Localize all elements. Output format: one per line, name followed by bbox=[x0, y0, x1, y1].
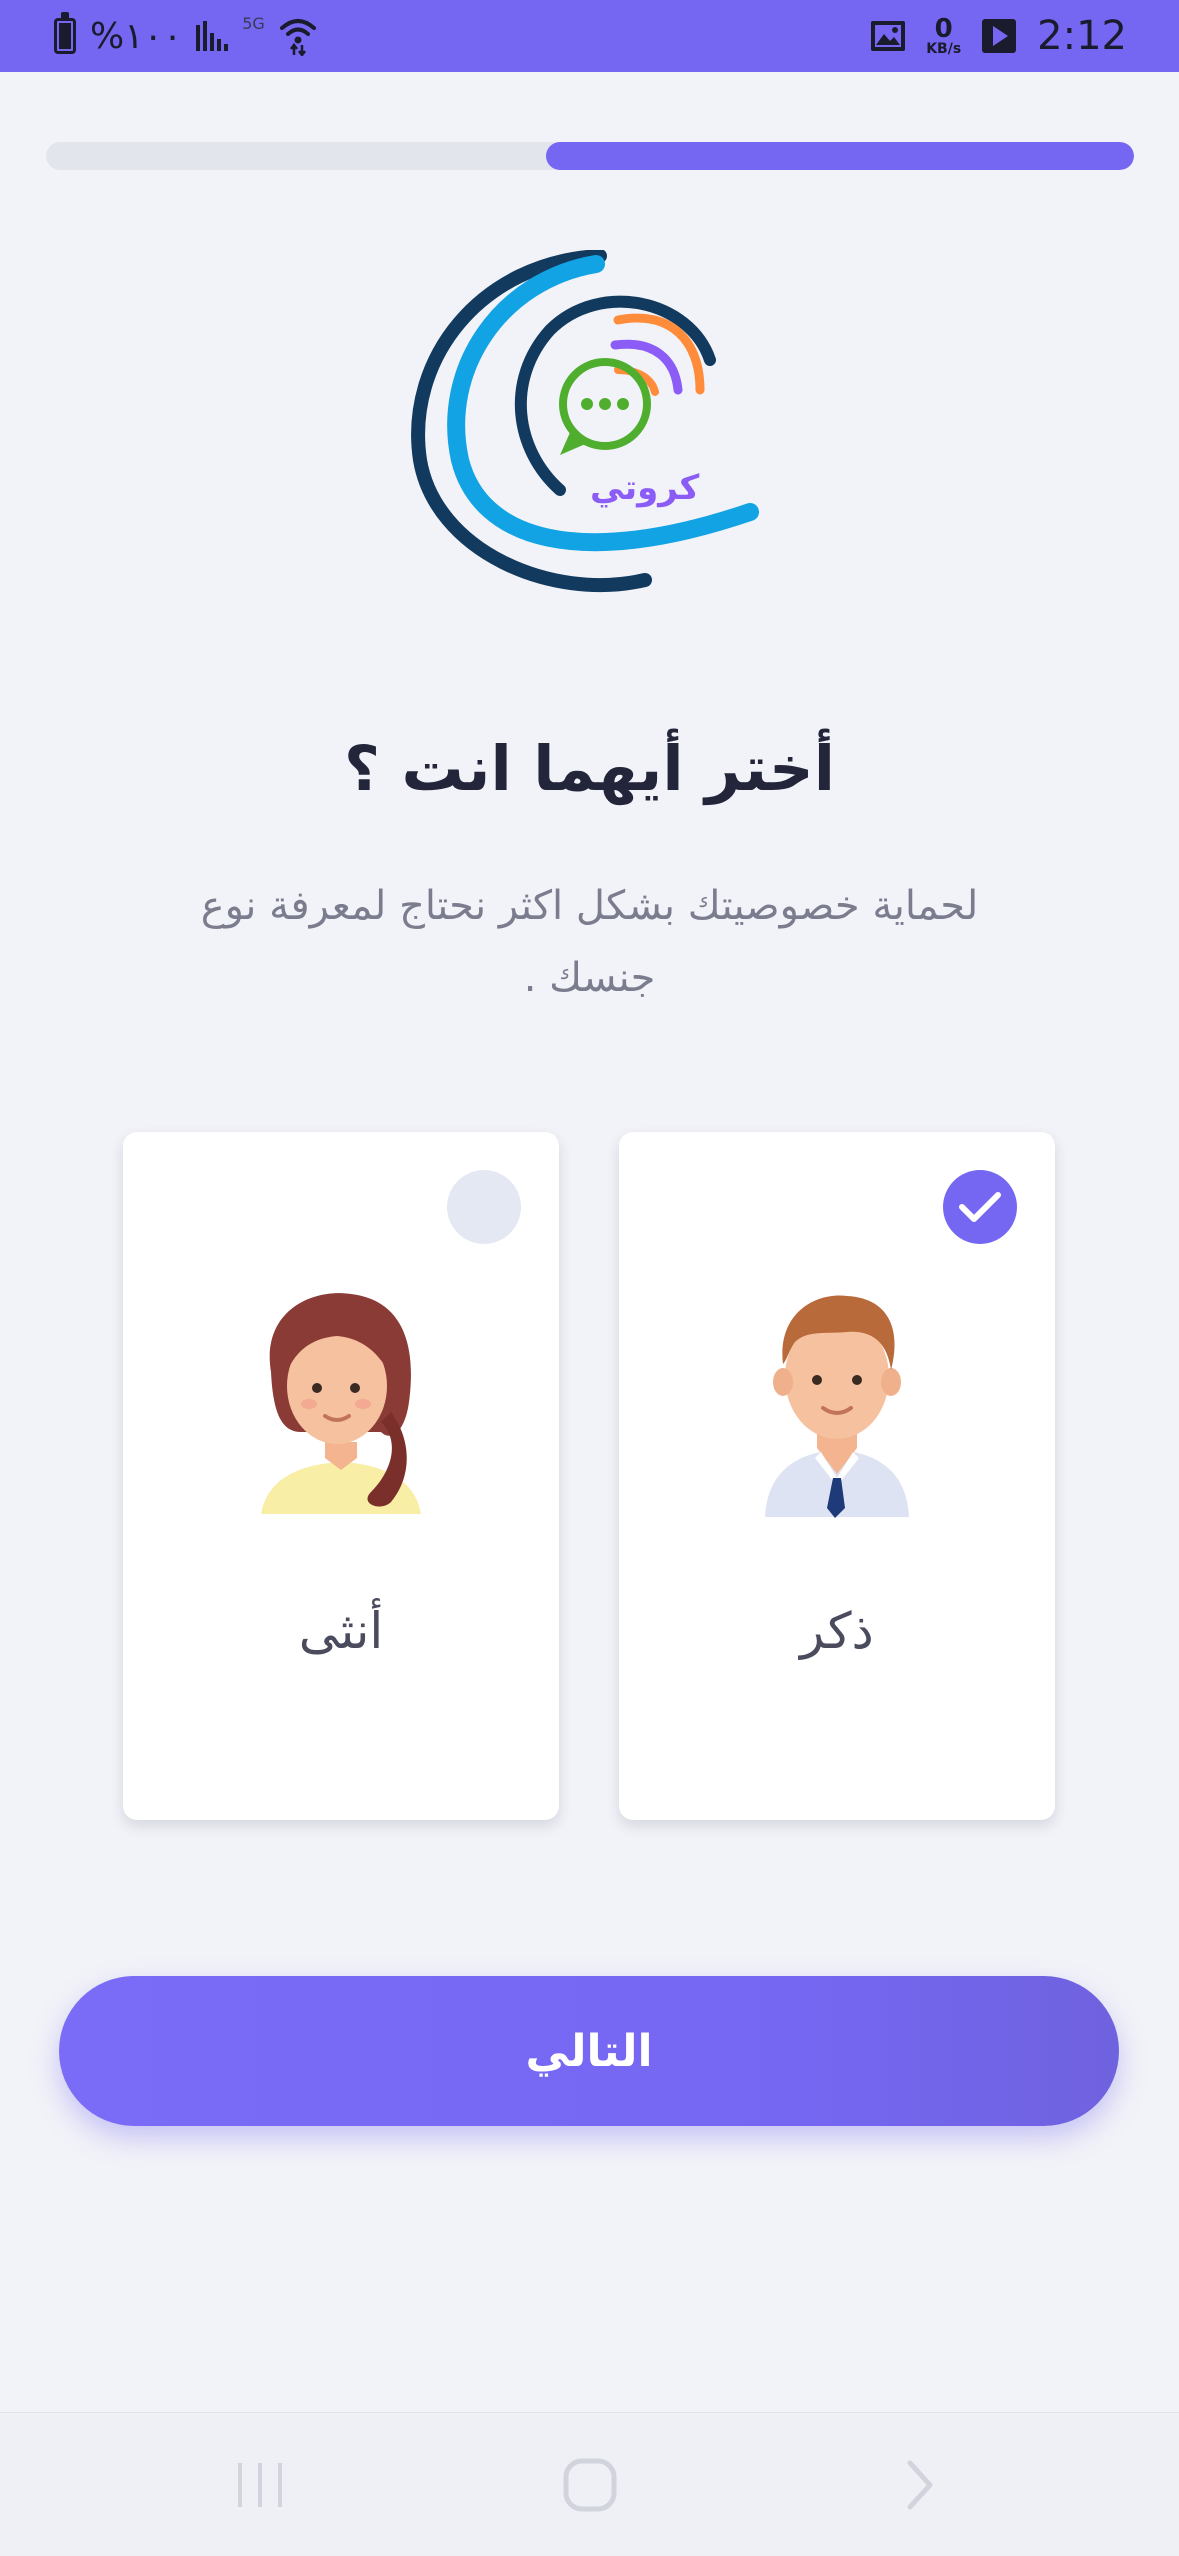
recents-icon bbox=[238, 2463, 282, 2507]
battery-icon bbox=[54, 12, 76, 54]
female-avatar-icon bbox=[261, 1293, 421, 1514]
gender-selection-screen: %١٠٠ 5G 0 KB/s 2:12 كروتي أختر أيهما انت… bbox=[0, 0, 1179, 2556]
logo-text: كروتي bbox=[590, 468, 700, 508]
radio-female-unchecked[interactable] bbox=[447, 1170, 521, 1244]
back-button[interactable] bbox=[860, 2413, 980, 2556]
speed-unit: KB/s bbox=[926, 41, 962, 57]
radio-male-checked[interactable] bbox=[943, 1170, 1017, 1244]
wifi-icon bbox=[279, 19, 316, 56]
progress-fill bbox=[546, 142, 1134, 170]
page-subtitle: لحماية خصوصيتك بشكل اكثر نحتاج لمعرفة نو… bbox=[200, 883, 979, 1001]
play-store-icon bbox=[982, 19, 1017, 53]
option-card-female[interactable]: أنثى bbox=[123, 1132, 559, 1820]
signal-icon bbox=[196, 21, 229, 51]
recents-button[interactable] bbox=[200, 2413, 320, 2556]
system-nav-bar bbox=[0, 2412, 1179, 2556]
home-icon bbox=[563, 2458, 617, 2512]
page-title: أختر أيهما انت ؟ bbox=[343, 732, 835, 805]
speed-value: 0 bbox=[934, 14, 953, 44]
image-icon bbox=[871, 21, 906, 51]
battery-percent: %١٠٠ bbox=[90, 15, 183, 57]
status-left: %١٠٠ 5G bbox=[54, 12, 317, 58]
option-label-male: ذكر bbox=[800, 1602, 874, 1660]
option-label-female: أنثى bbox=[298, 1602, 384, 1660]
checkmark-icon bbox=[959, 1192, 1001, 1222]
status-bar: %١٠٠ 5G 0 KB/s 2:12 bbox=[0, 0, 1179, 72]
status-right: 0 KB/s 2:12 bbox=[870, 10, 1127, 62]
progress-bar bbox=[46, 142, 1134, 170]
back-icon bbox=[907, 2460, 933, 2510]
home-button[interactable] bbox=[530, 2413, 650, 2556]
app-logo: كروتي bbox=[400, 249, 770, 610]
option-card-male[interactable]: ذكر bbox=[619, 1132, 1055, 1820]
network-speed: 0 KB/s bbox=[926, 16, 961, 56]
next-button[interactable]: التالي bbox=[59, 1976, 1119, 2126]
clock: 2:12 bbox=[1037, 13, 1127, 59]
network-type: 5G bbox=[242, 14, 265, 33]
logo-graphic bbox=[411, 249, 759, 592]
male-avatar-icon bbox=[765, 1295, 909, 1518]
